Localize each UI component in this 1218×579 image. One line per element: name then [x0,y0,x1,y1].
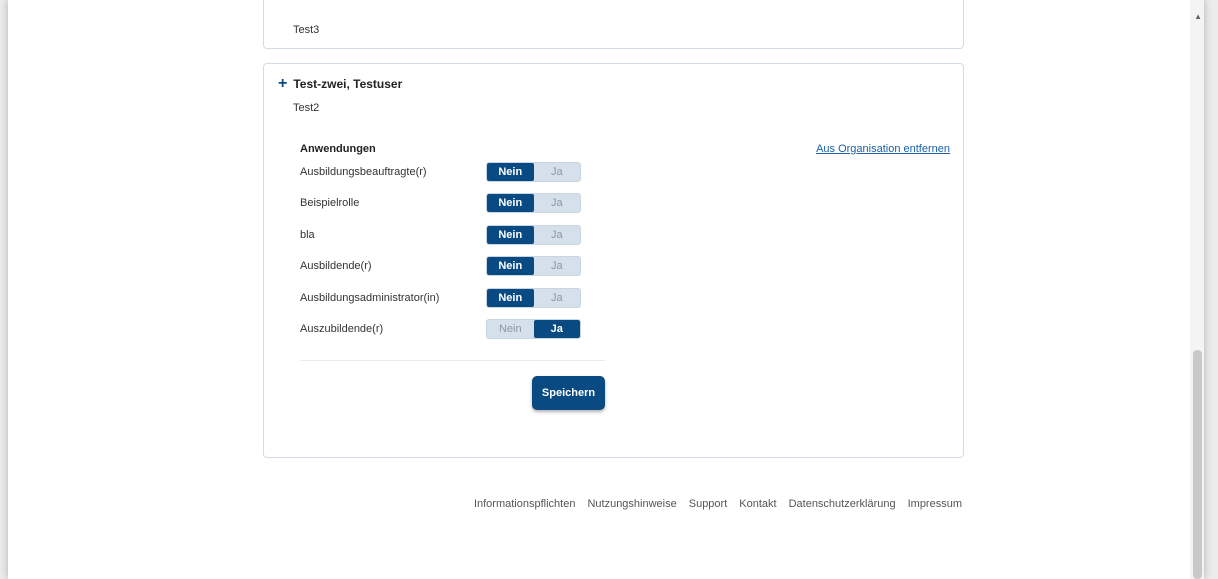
member-card-current: + Test-zwei, Testuser Test2 Anwendungen … [263,63,964,458]
vertical-scrollbar[interactable]: ▲ [1190,0,1204,579]
member-subtitle: Test2 [293,102,320,114]
role-label: bla [300,229,315,241]
footer-link-nutzungshinweise[interactable]: Nutzungshinweise [587,498,676,510]
plus-icon[interactable]: + [278,76,287,92]
toggle-option-no[interactable]: Nein [487,194,534,212]
toggle-option-no[interactable]: Nein [487,257,534,275]
role-row: Ausbildungsbeauftragte(r) Nein Ja [300,162,590,182]
toggle-option-yes[interactable]: Ja [534,163,581,181]
footer-link-informationspflichten[interactable]: Informationspflichten [474,498,576,510]
divider [300,360,605,361]
role-row: Beispielrolle Nein Ja [300,193,590,213]
toggle-option-yes[interactable]: Ja [534,289,581,307]
role-toggle[interactable]: Nein Ja [486,256,581,276]
footer-link-impressum[interactable]: Impressum [908,498,962,510]
scroll-up-icon[interactable]: ▲ [1194,12,1202,21]
role-toggle[interactable]: Nein Ja [486,225,581,245]
role-label: Ausbildende(r) [300,260,372,272]
role-label: Ausbildungsbeauftragte(r) [300,166,427,178]
footer-link-datenschutz[interactable]: Datenschutzerklärung [789,498,896,510]
page-viewport: Test3 + Test-zwei, Testuser Test2 Anwend… [8,0,1204,579]
role-label: Beispielrolle [300,197,360,209]
toggle-option-no[interactable]: Nein [487,289,534,307]
role-label: Ausbildungsadministrator(in) [300,292,440,304]
footer-link-support[interactable]: Support [689,498,728,510]
role-row: Auszubildende(r) Nein Ja [300,319,590,339]
role-row: Ausbildungsadministrator(in) Nein Ja [300,288,590,308]
toggle-option-yes[interactable]: Ja [534,226,581,244]
save-button[interactable]: Speichern [532,376,605,410]
remove-from-organization-link[interactable]: Aus Organisation entfernen [816,143,950,155]
toggle-option-no[interactable]: Nein [487,163,534,181]
toggle-option-yes[interactable]: Ja [534,194,581,212]
role-toggle[interactable]: Nein Ja [486,288,581,308]
role-row: bla Nein Ja [300,225,590,245]
applications-heading: Anwendungen [300,143,376,155]
member-card-previous: Test3 [263,0,964,49]
role-label: Auszubildende(r) [300,323,384,335]
toggle-option-yes[interactable]: Ja [534,257,581,275]
role-toggle[interactable]: Nein Ja [486,319,581,339]
role-toggle[interactable]: Nein Ja [486,193,581,213]
scrollbar-thumb[interactable] [1193,350,1202,579]
member-header[interactable]: + Test-zwei, Testuser [278,76,402,92]
member-name: Test-zwei, Testuser [293,77,403,91]
toggle-option-no[interactable]: Nein [487,226,534,244]
toggle-option-yes[interactable]: Ja [533,320,580,338]
footer-link-kontakt[interactable]: Kontakt [739,498,776,510]
role-row: Ausbildende(r) Nein Ja [300,256,590,276]
role-toggle[interactable]: Nein Ja [486,162,581,182]
footer-links: Informationspflichten Nutzungshinweise S… [474,498,962,510]
toggle-option-no[interactable]: Nein [487,320,534,338]
member-subtitle: Test3 [293,24,320,36]
